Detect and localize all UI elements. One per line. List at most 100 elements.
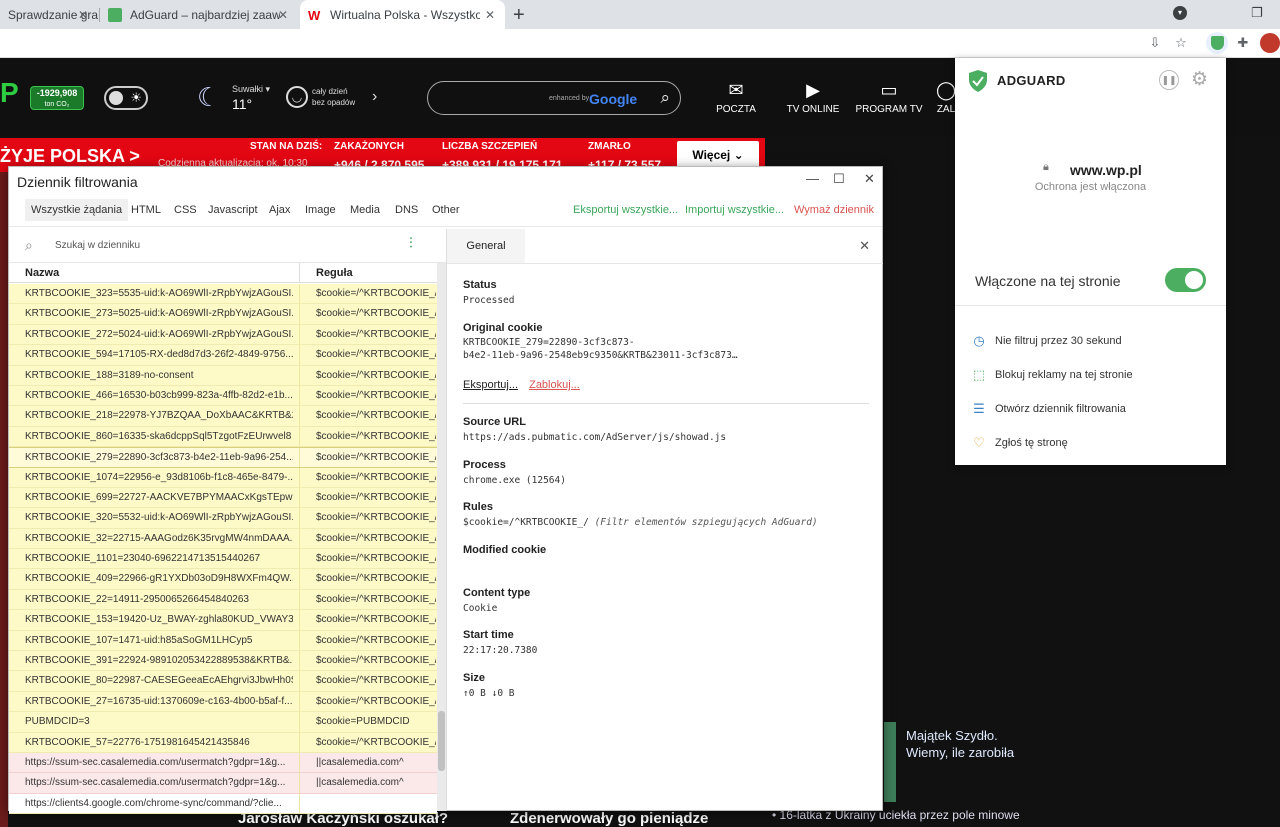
tab-media[interactable]: Media [350,204,380,216]
table-row[interactable]: KRTBCOOKIE_1101=23040-696221471351544026… [9,549,437,570]
clear-log-link[interactable]: Wymaż dziennik [794,204,874,216]
scrollbar-thumb[interactable] [438,711,445,771]
table-row[interactable]: KRTBCOOKIE_323=5535-uid:k-AO69WlI-zRpbYw… [9,284,437,305]
table-row[interactable]: KRTBCOOKIE_320=5532-uid:k-AO69WlI-zRpbYw… [9,508,437,529]
column-name[interactable]: Nazwa [25,267,59,279]
original-cookie-line2: b4e2-11eb-9a96-2548eb9c9350&KRTB&23011-3… [463,350,738,361]
rule-text[interactable]: $cookie=/^KRTBCOOKIE_/ [463,517,589,528]
tab-close-icon[interactable]: ✕ [78,8,88,22]
column-rule[interactable]: Reguła [316,267,353,279]
tab-javascript[interactable]: Javascript [208,204,258,216]
export-link[interactable]: Eksportuj... [463,379,518,391]
table-row[interactable]: KRTBCOOKIE_466=16530-b03cb999-823a-4ffb-… [9,385,437,407]
table-row[interactable]: KRTBCOOKIE_107=1471-uid:h85aSoGM1LHCyp5 $… [9,630,437,652]
nav-tv-online[interactable]: ▶ TV ONLINE [784,80,842,115]
table-row[interactable]: KRTBCOOKIE_27=16735-uid:1370609e-c163-4b… [9,691,437,713]
tab-other[interactable]: Other [432,204,460,216]
table-row[interactable]: KRTBCOOKIE_218=22978-YJ7BZQAA_DoXbAAC&KR… [9,406,437,427]
size-value: ↑0 B ↓0 B [463,688,515,699]
bottom-headline-2[interactable]: Zdenerwowały go pieniądze [510,810,708,827]
row-name: KRTBCOOKIE_188=3189-no-consent [25,369,194,381]
table-row[interactable]: KRTBCOOKIE_32=22715-AAAGodz6K35rvgMW4nmD… [9,528,437,550]
table-row[interactable]: KRTBCOOKIE_279=22890-3cf3c873-b4e2-11eb-… [9,447,437,468]
report-site-item[interactable]: ♡ Zgłoś tę stronę [955,427,1226,461]
row-rule: $cookie=/^KRTBCOOKIE_/ [316,308,436,320]
column-divider[interactable] [299,263,300,283]
covid-stat-deaths: ZMARŁO [588,141,631,152]
nav-program-tv[interactable]: ▭ PROGRAM TV [854,80,924,115]
weather-city[interactable]: Suwałki ▾ [232,84,270,95]
pause-30s-item[interactable]: ◷ Nie filtruj przez 30 sekund [955,325,1226,359]
restore-window-icon[interactable]: ❐ [1251,5,1263,21]
filter-settings-icon[interactable]: ⫶ [409,235,413,252]
site-protection-toggle[interactable] [1165,268,1206,292]
wp-search-box[interactable]: enhanced by Google ⌕ [427,81,681,115]
tab-dns[interactable]: DNS [395,204,418,216]
table-row[interactable]: KRTBCOOKIE_1074=22956-e_93d8106b-f1c8-46… [9,467,437,488]
table-row[interactable]: PUBMDCID=3 $cookie=PUBMDCID [9,712,437,733]
import-all-link[interactable]: Importuj wszystkie... [685,204,784,216]
minimize-icon[interactable]: — [806,171,819,186]
bookmark-star-icon[interactable]: ☆ [1173,35,1189,51]
export-all-link[interactable]: Eksportuj wszystkie... [573,204,678,216]
tab-all-requests[interactable]: Wszystkie żądania [25,199,129,221]
nav-zal[interactable]: ◯ ZAL [936,80,956,115]
profile-avatar[interactable] [1260,33,1280,53]
google-brand: Google [589,91,638,107]
request-type-tabs: Wszystkie żądania HTML CSS Javascript Aj… [9,195,882,227]
table-row[interactable]: https://clients4.google.com/chrome-sync/… [9,793,437,815]
nav-poczta[interactable]: ✉ POCZTA [712,80,760,115]
extensions-puzzle-icon[interactable]: ✚ [1235,35,1251,51]
news-thumbnail[interactable] [884,722,896,802]
close-icon[interactable]: ✕ [864,171,875,187]
browser-tab-1[interactable]: Sprawdzanie gra ✕ [0,0,98,29]
search-icon[interactable]: ⌕ [660,88,670,108]
tab-html[interactable]: HTML [131,204,161,216]
tab-close-icon[interactable]: ✕ [278,8,288,22]
table-row[interactable]: KRTBCOOKIE_153=19420-Uz_BWAY-zghla80KUD_… [9,610,437,631]
install-app-icon[interactable]: ⇩ [1147,35,1163,51]
pause-icon[interactable]: ❚❚ [1159,70,1179,90]
table-row[interactable]: https://ssum-sec.casalemedia.com/usermat… [9,773,437,794]
tab-general[interactable]: General [447,229,525,263]
tab-image[interactable]: Image [305,204,336,216]
dark-mode-toggle[interactable]: ☀ [104,86,148,110]
wp-logo[interactable]: P [0,77,20,108]
tab-ajax[interactable]: Ajax [269,204,290,216]
browser-tab-2[interactable]: AdGuard – najbardziej zaawanso ✕ [100,0,298,29]
table-row[interactable]: https://ssum-sec.casalemedia.com/usermat… [9,752,437,774]
tab-css[interactable]: CSS [174,204,197,216]
table-row[interactable]: KRTBCOOKIE_22=14911-2950065266454840263 $… [9,589,437,611]
table-row[interactable]: KRTBCOOKIE_409=22966-gR1YXDb03oD9H8WXFm4… [9,569,437,590]
adguard-extension-icon[interactable] [1206,32,1228,54]
block-ads-item[interactable]: ⬚ Blokuj reklamy na tej stronie [955,359,1226,393]
table-row[interactable]: KRTBCOOKIE_699=22727-AACKVE7BPYMAACxKgsT… [9,487,437,509]
smile-icon: ◡ [286,86,308,108]
covid-more-button[interactable]: Więcej ⌄ [677,141,759,169]
table-row[interactable]: KRTBCOOKIE_188=3189-no-consent $cookie=/^… [9,365,437,386]
table-row[interactable]: KRTBCOOKIE_80=22987-CAESEGeeaEcAEhgrvi3J… [9,671,437,692]
search-input[interactable]: Szukaj w dzienniku [55,240,140,251]
chevron-right-icon[interactable]: › [372,88,377,106]
block-link[interactable]: Zablokuj... [529,379,580,391]
table-row[interactable]: KRTBCOOKIE_860=16335-ska6dcppSql5TzgotFz… [9,426,437,448]
table-row[interactable]: KRTBCOOKIE_57=22776-1751981645421435846 $… [9,732,437,753]
open-log-item[interactable]: ☰ Otwórz dziennik filtrowania [955,393,1226,427]
original-cookie-label: Original cookie [463,322,543,334]
new-tab-button[interactable]: + [513,4,525,27]
news-headline[interactable]: Majątek Szydło. Wiemy, ile zarobiła [906,727,1014,761]
table-row[interactable]: KRTBCOOKIE_272=5024-uid:k-AO69WlI-zRpbYw… [9,324,437,346]
tab-close-icon[interactable]: ✕ [485,8,495,22]
table-row[interactable]: KRTBCOOKIE_273=5025-uid:k-AO69WlI-zRpbYw… [9,304,437,325]
table-row[interactable]: KRTBCOOKIE_594=17105-RX-ded8d7d3-26f2-48… [9,345,437,366]
co2-badge[interactable]: -1929,908 ton CO₂ [30,86,84,110]
gear-icon[interactable]: ⚙ [1191,68,1208,91]
maximize-icon[interactable]: ☐ [833,171,845,187]
close-detail-icon[interactable]: ✕ [859,238,870,254]
tab-search-icon[interactable]: ▾ [1173,6,1187,20]
browser-tab-3[interactable]: W Wirtualna Polska - Wszystko co w ✕ [300,0,505,29]
covid-title[interactable]: ŻYJE POLSKA > [0,146,140,167]
report-icon: ♡ [973,435,985,450]
table-row[interactable]: KRTBCOOKIE_391=22924-989102053422889538&… [9,651,437,672]
scrollbar[interactable] [437,263,446,811]
